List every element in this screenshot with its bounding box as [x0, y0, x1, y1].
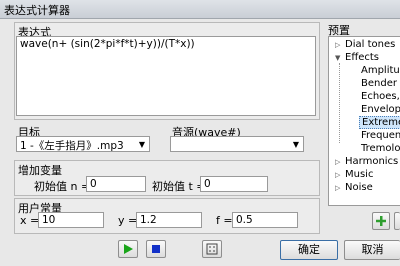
- source-select[interactable]: ▼: [170, 136, 304, 152]
- target-select[interactable]: 1 -《左手指月》.mp3 ▼: [16, 136, 150, 152]
- tree-item-effects[interactable]: Effects: [345, 52, 379, 63]
- x-value: 10: [42, 214, 56, 226]
- stop-button[interactable]: [146, 240, 166, 258]
- title-bar: 表达式计算器: [0, 0, 400, 19]
- tree-item-dial-tones[interactable]: Dial tones: [345, 39, 395, 50]
- tree-item-harmonics[interactable]: Harmonics: [345, 156, 398, 167]
- tree-item-frequency[interactable]: Frequency: [361, 130, 400, 141]
- n-input[interactable]: 0: [86, 176, 146, 192]
- f-input[interactable]: 0.5: [232, 212, 298, 228]
- y-value: 1.2: [140, 214, 157, 226]
- chevron-right-icon: ▷: [335, 171, 341, 179]
- tree-item-noise[interactable]: Noise: [345, 182, 373, 193]
- f-value: 0.5: [236, 214, 253, 226]
- tree-item-envelope[interactable]: Envelope (: [361, 104, 400, 115]
- t-value: 0: [204, 178, 211, 190]
- chevron-right-icon: ▷: [335, 184, 341, 192]
- chevron-right-icon: ▷: [335, 158, 341, 166]
- expression-input[interactable]: wave(n+ (sin(2*pi*f*t)+y))/(T*x)): [16, 36, 316, 116]
- ok-button[interactable]: 确定: [280, 240, 338, 260]
- chevron-right-icon: ▷: [335, 41, 341, 49]
- n-value: 0: [90, 178, 97, 190]
- tree-guide: [339, 63, 340, 143]
- y-label: y =: [118, 214, 138, 227]
- tree-item-echoes[interactable]: Echoes, x: [361, 91, 400, 102]
- add-preset-button[interactable]: [372, 212, 390, 230]
- t-input[interactable]: 0: [200, 176, 268, 192]
- preset-tool-button[interactable]: [394, 212, 400, 230]
- f-label: f =: [216, 214, 233, 227]
- play-icon: [124, 244, 133, 254]
- chevron-down-icon: ▼: [335, 54, 341, 62]
- stop-icon: [152, 245, 160, 253]
- calculator-icon: [206, 243, 218, 255]
- tree-item-bender[interactable]: Bender: [361, 78, 397, 89]
- play-button[interactable]: [118, 240, 138, 258]
- chevron-down-icon: ▼: [292, 140, 299, 149]
- tree-item-extreme[interactable]: Extreme s: [359, 116, 400, 129]
- x-label: x =: [20, 214, 40, 227]
- chevron-down-icon: ▼: [138, 140, 145, 149]
- plus-icon: [376, 216, 386, 226]
- n-label: 初始值 n =: [34, 180, 91, 193]
- tree-item-tremolo[interactable]: Tremolo: [361, 143, 400, 154]
- preset-tree[interactable]: ▷ Dial tones ▼ Effects Amplitude Bender …: [328, 36, 400, 206]
- tree-item-amplitude[interactable]: Amplitude: [361, 65, 400, 76]
- cancel-label: 取消: [361, 243, 384, 256]
- window-title: 表达式计算器: [4, 4, 70, 17]
- y-input[interactable]: 1.2: [136, 212, 202, 228]
- x-input[interactable]: 10: [38, 212, 104, 228]
- target-value: 1 -《左手指月》.mp3: [20, 140, 124, 152]
- cancel-button[interactable]: 取消: [344, 240, 400, 260]
- ok-label: 确定: [298, 243, 320, 256]
- calculator-button[interactable]: [202, 240, 222, 258]
- tree-item-music[interactable]: Music: [345, 169, 373, 180]
- expression-text: wave(n+ (sin(2*pi*f*t)+y))/(T*x)): [20, 38, 195, 50]
- t-label: 初始值 t =: [152, 180, 206, 193]
- increment-label: 增加变量: [18, 164, 62, 177]
